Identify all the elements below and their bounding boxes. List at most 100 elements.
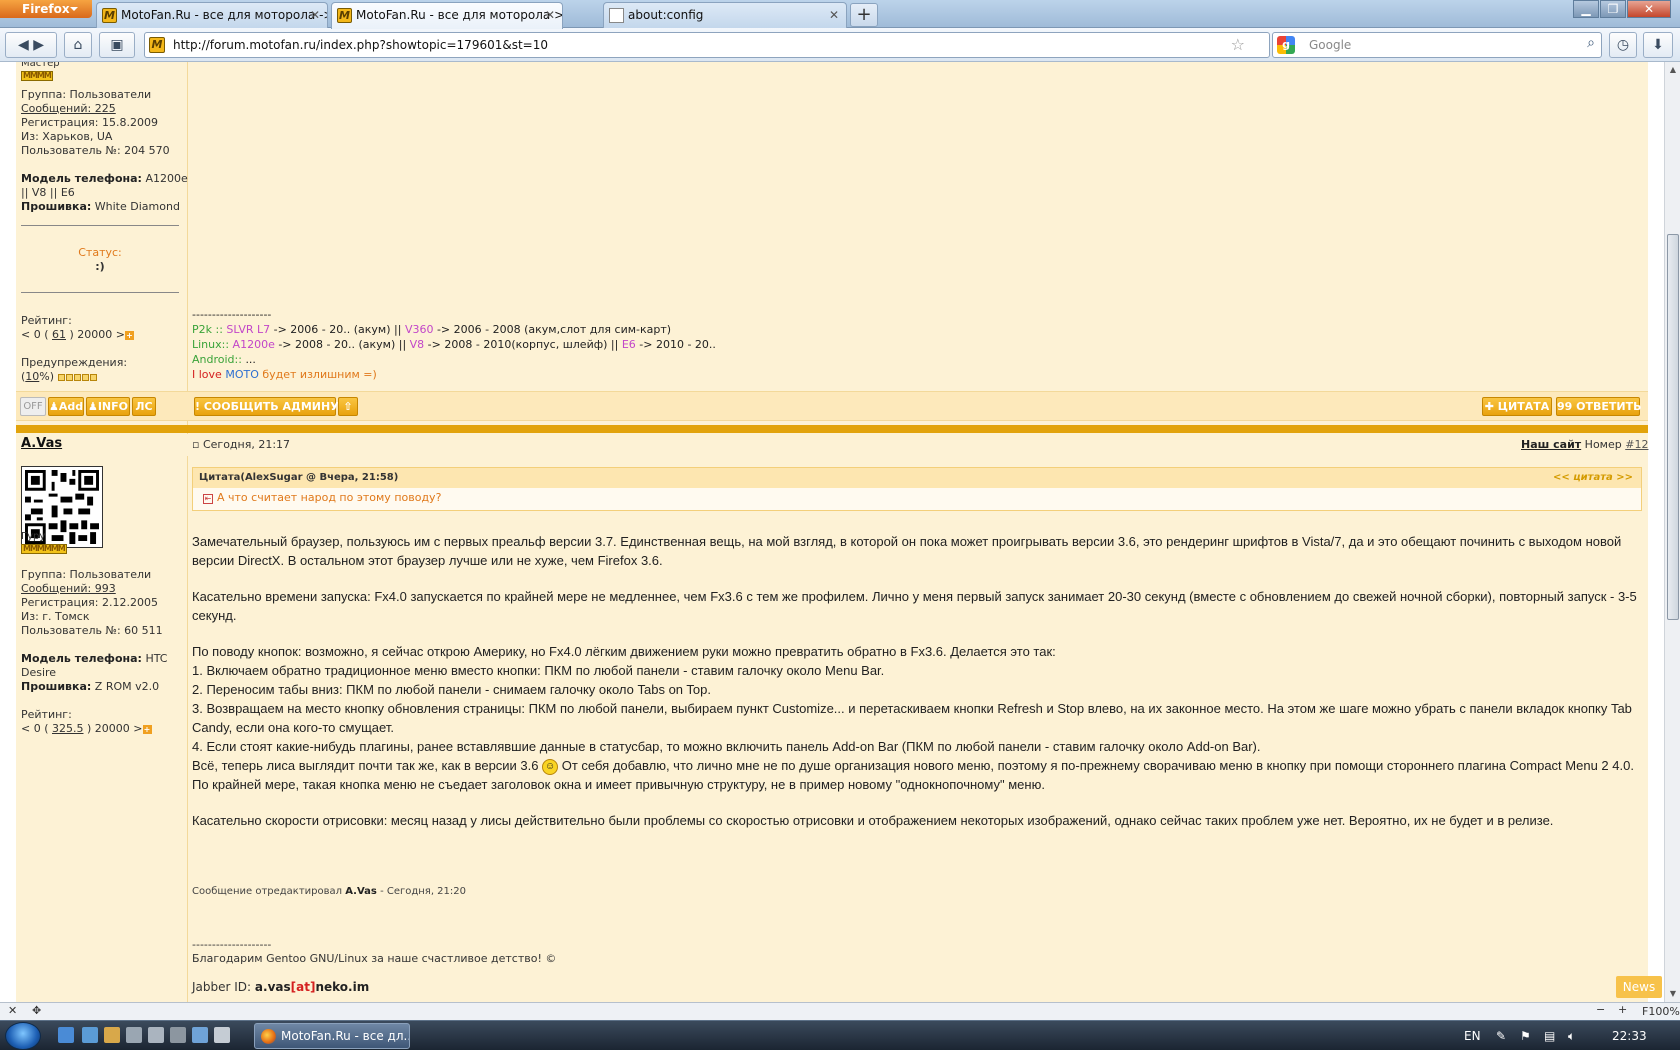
rating-suffix: ) 20000 > xyxy=(69,328,126,341)
show-desktop-icon[interactable] xyxy=(58,1027,74,1043)
vertical-scrollbar[interactable]: ▲ ▼ xyxy=(1664,62,1680,1002)
scroll-top-button[interactable]: ⇧ xyxy=(338,397,358,416)
clock[interactable]: 22:33 xyxy=(1612,1021,1647,1050)
settings-icon[interactable] xyxy=(214,1027,230,1043)
rating-plus-icon[interactable]: + xyxy=(125,330,134,340)
user-number: Пользователь №: 60 511 xyxy=(21,624,163,637)
rating-value-link[interactable]: 325.5 xyxy=(52,722,84,735)
search-bar[interactable]: g Google ⌕ xyxy=(1272,32,1602,58)
new-tab-button[interactable]: + xyxy=(850,3,878,27)
phone-value-2: Desire xyxy=(21,666,57,679)
clock-icon: ◷ xyxy=(1616,37,1630,53)
user-location: Из: г. Томск xyxy=(21,610,90,623)
back-to-quote-icon[interactable]: ⇤ xyxy=(203,494,213,504)
add-contact-button[interactable]: ♟Add xyxy=(48,397,84,416)
tray-tool-icon[interactable]: ✎ xyxy=(1496,1021,1506,1050)
sig-line-love: I love MOTO будет излишним =) xyxy=(192,368,377,381)
post2-header: A.Vas ▫ Сегодня, 21:17 Наш сайт Номер #1… xyxy=(16,434,1648,456)
tools-icon[interactable] xyxy=(192,1027,208,1043)
minimize-button[interactable]: ▁ xyxy=(1573,0,1599,18)
quote-link[interactable]: << цитата >> xyxy=(1553,468,1633,488)
drive-icon[interactable] xyxy=(148,1027,164,1043)
home-button[interactable]: ⌂ xyxy=(64,32,92,58)
maximize-button[interactable]: ❐ xyxy=(1600,0,1626,18)
search-icon[interactable]: ⌕ xyxy=(1587,35,1595,51)
user-info-button[interactable]: ♟INFO xyxy=(86,397,130,416)
rating-label: Рейтинг: xyxy=(21,314,72,327)
zoom-in-icon[interactable]: + xyxy=(1618,1003,1627,1016)
firefox-icon xyxy=(261,1029,276,1044)
jabber-label: Jabber ID: xyxy=(192,980,252,994)
rank-stars: ММММ xyxy=(21,71,53,81)
scroll-down-icon[interactable]: ▼ xyxy=(1665,986,1680,1002)
forward-arrow-icon[interactable]: ▶ xyxy=(33,37,44,53)
forum-posts: Мастер ММММ Группа: Пользователи Сообщен… xyxy=(16,62,1648,1002)
downloads-button[interactable]: ⬇ xyxy=(1643,32,1673,58)
post-icon: ▫ xyxy=(192,438,200,451)
network-icon[interactable] xyxy=(170,1027,186,1043)
phone-label: Модель телефона: xyxy=(21,172,142,185)
bookmark-star-icon[interactable]: ☆ xyxy=(1231,35,1245,54)
quote-author: Цитата(AlexSugar @ Вчера, 21:58) xyxy=(199,472,399,483)
close-tab-icon[interactable]: ✕ xyxy=(545,3,555,27)
user-messages-link[interactable]: Сообщений: 225 xyxy=(21,102,116,116)
motofan-favicon-icon: M xyxy=(337,8,352,23)
url-text[interactable]: http://forum.motofan.ru/index.php?showto… xyxy=(173,33,548,57)
quote-button[interactable]: ✚ ЦИТАТА xyxy=(1482,397,1552,416)
drive-icon[interactable] xyxy=(126,1027,142,1043)
news-button[interactable]: News xyxy=(1616,976,1662,998)
post-paragraph: Касательно времени запуска: Fx4.0 запуск… xyxy=(192,589,1637,623)
tab-about-config[interactable]: about:config ✕ xyxy=(603,2,847,28)
user-messages-link[interactable]: Сообщений: 993 xyxy=(21,582,116,596)
close-window-button[interactable]: ✕ xyxy=(1627,0,1671,18)
close-tab-icon[interactable]: ✕ xyxy=(310,3,320,27)
post1-signature: -------------------- P2k :: SLVR L7 -> 2… xyxy=(192,307,1642,382)
rating-plus-icon[interactable]: + xyxy=(142,724,152,734)
scrollbar-thumb[interactable] xyxy=(1667,234,1679,620)
offline-badge: OFF xyxy=(20,397,46,416)
post-paragraph: Касательно скорости отрисовки: месяц наз… xyxy=(192,813,1554,828)
zoom-level[interactable]: F100% xyxy=(1642,1005,1680,1018)
report-admin-button[interactable]: ! СООБЩИТЬ АДМИНУ xyxy=(194,397,339,416)
site-identity-icon[interactable]: M xyxy=(149,37,165,53)
firmware-label: Прошивка: xyxy=(21,200,92,213)
explorer-icon[interactable] xyxy=(82,1027,98,1043)
reply-button[interactable]: 99 ОТВЕТИТЬ xyxy=(1556,397,1642,416)
back-arrow-icon[interactable]: ◀ xyxy=(18,37,29,53)
post-author-link[interactable]: A.Vas xyxy=(21,437,62,451)
close-addon-bar-icon[interactable]: ✕ xyxy=(8,1004,17,1017)
history-button[interactable]: ◷ xyxy=(1609,32,1637,58)
add-on-icon[interactable]: ✥ xyxy=(32,1004,41,1017)
user-registration: Регистрация: 15.8.2009 xyxy=(21,116,158,129)
taskbar-firefox-window[interactable]: MotoFan.Ru - все дл... xyxy=(254,1023,410,1049)
windows-taskbar: MotoFan.Ru - все дл... EN ✎ ⚑ ▤ 🔈︎ 22:33 xyxy=(0,1020,1680,1050)
tab-motofan-2[interactable]: M MotoFan.Ru - все для моторола > Fi... … xyxy=(331,2,563,29)
home-icon: ⌂ xyxy=(73,37,83,53)
language-indicator[interactable]: EN xyxy=(1464,1021,1481,1050)
action-center-flag-icon[interactable]: ⚑ xyxy=(1520,1021,1531,1050)
zoom-out-icon[interactable]: − xyxy=(1596,1003,1605,1016)
back-forward-buttons[interactable]: ◀ ▶ xyxy=(5,32,57,58)
rating-value-link[interactable]: 61 xyxy=(52,328,66,341)
url-bar[interactable]: M http://forum.motofan.ru/index.php?show… xyxy=(144,32,1293,58)
start-button[interactable] xyxy=(5,1022,41,1050)
warning-level-icon xyxy=(65,373,73,381)
page-icon xyxy=(609,8,624,23)
our-site-link[interactable]: Наш сайт xyxy=(1521,438,1581,451)
warnings-value-link[interactable]: 10 xyxy=(25,370,39,383)
network-tray-icon[interactable]: ▤ xyxy=(1544,1021,1555,1050)
folder-icon[interactable] xyxy=(104,1027,120,1043)
search-input[interactable]: Google xyxy=(1309,33,1351,57)
warnings-suffix: %) xyxy=(39,370,55,383)
close-tab-icon[interactable]: ✕ xyxy=(829,3,839,27)
tab-bar: Firefox M MotoFan.Ru - все для моторола … xyxy=(0,0,1680,29)
google-engine-icon[interactable]: g xyxy=(1277,36,1295,54)
scroll-up-icon[interactable]: ▲ xyxy=(1665,62,1680,78)
volume-icon[interactable]: 🔈︎ xyxy=(1568,1021,1575,1050)
firefox-menu-button[interactable]: Firefox xyxy=(0,0,92,18)
tab-motofan-1[interactable]: M MotoFan.Ru - все для моторола -> ... ✕ xyxy=(96,2,328,28)
post-number-link[interactable]: #12 xyxy=(1625,438,1648,451)
warning-level-icon xyxy=(81,373,89,381)
bookmarks-button[interactable]: ▣ xyxy=(99,32,135,58)
private-message-button[interactable]: ЛС xyxy=(132,397,156,416)
